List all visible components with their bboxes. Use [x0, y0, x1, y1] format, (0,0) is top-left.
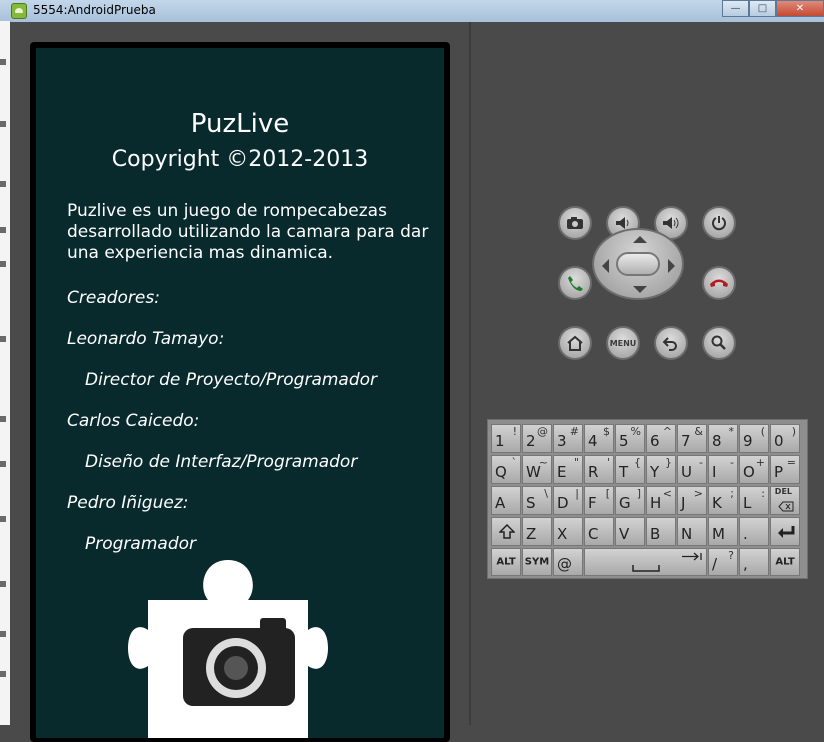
key-c[interactable]: C [584, 517, 614, 546]
space-key[interactable] [584, 548, 707, 576]
key-j[interactable]: J > [677, 486, 707, 515]
key-b[interactable]: B [646, 517, 676, 546]
window-title: 5554:AndroidPrueba [33, 3, 156, 17]
key-z[interactable]: Z [522, 517, 552, 546]
alt-key-right[interactable]: ALT [770, 548, 800, 576]
window-controls: — □ ✕ [722, 0, 824, 17]
minimize-button[interactable]: — [722, 0, 749, 17]
key-w[interactable]: W ~ [522, 455, 552, 484]
enter-icon [778, 526, 795, 538]
shift-key[interactable] [491, 517, 521, 546]
emulator-body: PuzLive Copyright ©2012-2013 Puzlive es … [10, 22, 824, 742]
close-button[interactable]: ✕ [776, 0, 824, 17]
end-call-icon [710, 279, 728, 287]
key-u[interactable]: U- [677, 455, 707, 484]
end-call-button[interactable] [702, 266, 736, 300]
key-k[interactable]: K; [708, 486, 738, 515]
key-q[interactable]: Q ` [491, 455, 521, 484]
key-g[interactable]: G] [615, 486, 645, 515]
camera-button[interactable] [558, 206, 592, 240]
dpad-down-icon[interactable] [633, 286, 647, 293]
puzzle-camera-logo [128, 560, 328, 738]
search-icon [711, 335, 726, 350]
search-button[interactable] [702, 326, 736, 360]
back-icon [662, 337, 677, 351]
key-l[interactable]: L: [739, 486, 769, 515]
key-at[interactable]: @ [553, 548, 583, 576]
key-s[interactable]: S \ [522, 486, 552, 515]
dpad[interactable] [592, 228, 684, 300]
credit-name: Pedro Iñiguez: [67, 493, 189, 513]
key-r[interactable]: R ' [584, 455, 614, 484]
camera-icon [567, 217, 583, 229]
key-slash[interactable]: /? [708, 548, 738, 576]
key-p[interactable]: P = [770, 455, 800, 484]
key-m[interactable]: M [708, 517, 738, 546]
maximize-button[interactable]: □ [749, 0, 776, 17]
enter-key[interactable] [770, 517, 800, 546]
key-a[interactable]: A [491, 486, 521, 515]
key-v[interactable]: V [615, 517, 645, 546]
credit-name: Leonardo Tamayo: [67, 329, 225, 349]
key-f[interactable]: F[ [584, 486, 614, 515]
key-y[interactable]: Y} [646, 455, 676, 484]
call-icon [568, 276, 583, 291]
key-1[interactable]: 1! [491, 424, 521, 453]
key-i[interactable]: I- [708, 455, 738, 484]
app-title: PuzLive [190, 109, 290, 139]
key-comma[interactable]: , [739, 548, 769, 576]
key-2[interactable]: 2 @ [522, 424, 552, 453]
power-button[interactable] [702, 206, 736, 240]
menu-button[interactable]: MENU [606, 326, 640, 360]
credit-role: Programador [85, 534, 196, 554]
dpad-left-icon[interactable] [602, 259, 609, 273]
window-titlebar: 5554:AndroidPrueba — □ ✕ [0, 0, 824, 23]
delete-key[interactable]: DEL [770, 486, 800, 515]
home-button[interactable] [558, 326, 592, 360]
credits-heading: Creadores: [67, 288, 160, 308]
dpad-center-button[interactable] [616, 252, 660, 276]
key-x[interactable]: X [553, 517, 583, 546]
alt-key-left[interactable]: ALT [491, 548, 521, 576]
back-button[interactable] [654, 326, 688, 360]
key-8[interactable]: 8 * [708, 424, 738, 453]
key-7[interactable]: 7 & [677, 424, 707, 453]
tab-icon [682, 552, 702, 561]
copyright-text: Copyright ©2012-2013 [111, 147, 369, 172]
key-9[interactable]: 9( [739, 424, 769, 453]
power-icon [712, 216, 726, 231]
credit-role: Director de Proyecto/Programador [85, 370, 378, 390]
credit-name: Carlos Caicedo: [67, 411, 200, 431]
call-button[interactable] [558, 266, 592, 300]
key-5[interactable]: 5% [615, 424, 645, 453]
dpad-right-icon[interactable] [668, 259, 675, 273]
key-6[interactable]: 6 ^ [646, 424, 676, 453]
sym-key[interactable]: SYM [522, 548, 552, 576]
home-icon [567, 335, 583, 351]
shift-icon [499, 524, 515, 539]
key-4[interactable]: 4 $ [584, 424, 614, 453]
key-o[interactable]: O + [739, 455, 769, 484]
key-0[interactable]: 0) [770, 424, 800, 453]
key-period[interactable]: . [739, 517, 769, 546]
space-icon [632, 565, 660, 572]
key-e[interactable]: E " [553, 455, 583, 484]
device-screen[interactable]: PuzLive Copyright ©2012-2013 Puzlive es … [36, 48, 444, 738]
credit-role: Diseño de Interfaz/Programador [85, 452, 358, 472]
key-3[interactable]: 3 # [553, 424, 583, 453]
key-t[interactable]: T{ [615, 455, 645, 484]
key-h[interactable]: H < [646, 486, 676, 515]
android-app-icon [11, 3, 27, 19]
emulator-divider [469, 22, 471, 725]
key-n[interactable]: N [677, 517, 707, 546]
volume-up-icon [663, 217, 679, 229]
key-d[interactable]: D | [553, 486, 583, 515]
hardware-keyboard: 1! 2 @ 3 # 4 $ 5% 6 ^ 7 & 8 * 9( 0) Q ` W ~ E " R… [487, 419, 808, 579]
backspace-icon [778, 501, 794, 512]
dpad-up-icon[interactable] [633, 236, 647, 243]
app-description: Puzlive es un juego de rompecabezas desa… [67, 201, 429, 263]
